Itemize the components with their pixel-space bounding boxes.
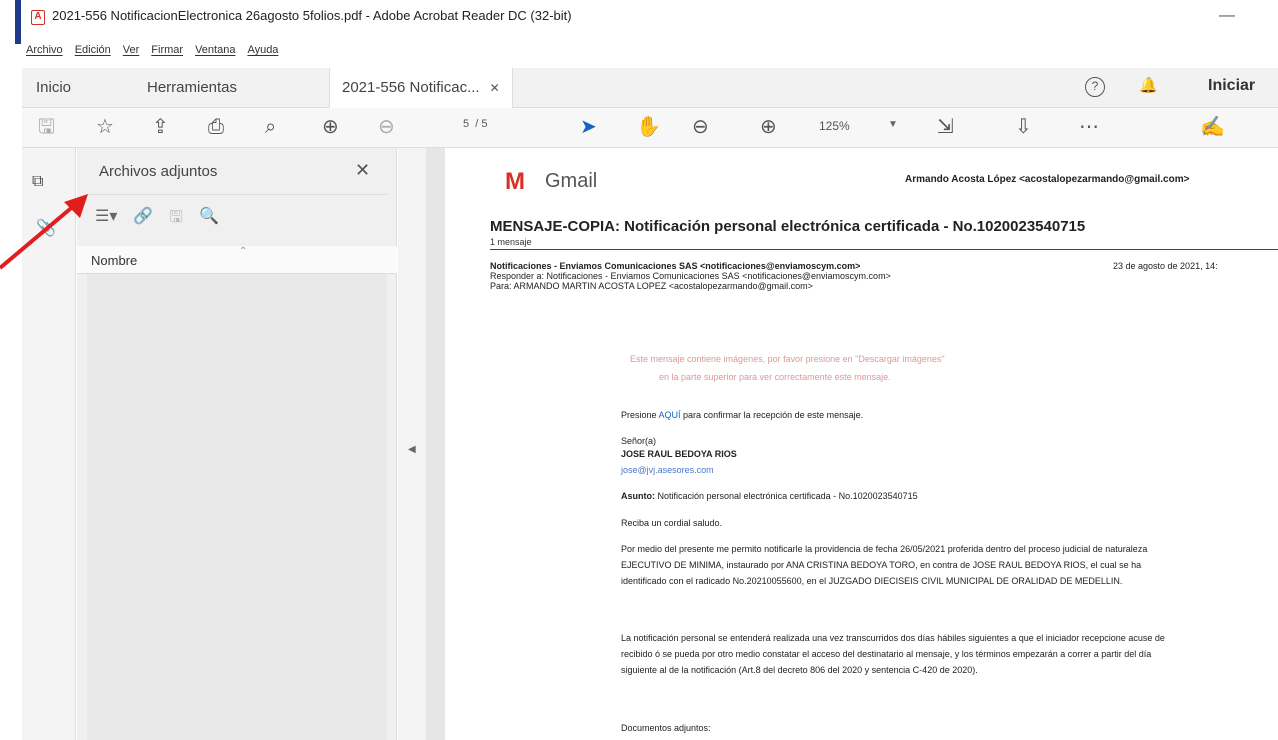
page-up-icon[interactable]: ⊕ bbox=[322, 116, 339, 138]
attachment-clip-icon[interactable]: 📎 bbox=[36, 218, 56, 238]
attachments-list-header: Nombre ⌃ bbox=[77, 246, 397, 274]
tab-document-label: 2021-556 Notificac... bbox=[342, 79, 480, 96]
recipient-email[interactable]: jose@jvj.asesores.com bbox=[621, 465, 714, 475]
menu-ayuda[interactable]: Ayuda bbox=[247, 44, 278, 62]
search-attachment-icon[interactable]: 🔍 bbox=[199, 206, 219, 233]
attachments-panel-title: Archivos adjuntos bbox=[99, 163, 218, 180]
page-indicator[interactable]: 5 / 5 bbox=[463, 118, 487, 130]
menu-edicion[interactable]: Edición bbox=[75, 44, 111, 62]
bookmark-star-icon[interactable]: ☆ bbox=[96, 116, 114, 138]
images-notice-2: en la parte superior para ver correctame… bbox=[659, 372, 891, 382]
to-line: Para: ARMANDO MARTIN ACOSTA LOPEZ <acost… bbox=[490, 281, 813, 291]
menu-firmar[interactable]: Firmar bbox=[151, 44, 183, 62]
left-accent-bar bbox=[15, 0, 21, 44]
pdf-page: M Gmail Armando Acosta López <acostalope… bbox=[445, 148, 1278, 740]
hand-tool-icon[interactable]: ✋ bbox=[636, 116, 661, 138]
sign-icon[interactable]: ✍ bbox=[1200, 116, 1225, 138]
add-attachment-icon[interactable]: 🔗 bbox=[133, 206, 153, 233]
main-toolbar: 🖫 ☆ ⇪ ⎙ ⌕ ⊕ ⊖ 5 / 5 ➤ ✋ ⊖ ⊕ 125% ▼ ⇲ ⇩ ⋯… bbox=[22, 108, 1278, 148]
email-subject: MENSAJE-COPIA: Notificación personal ele… bbox=[490, 218, 1086, 235]
collapse-panel-icon[interactable]: ◀ bbox=[408, 444, 416, 455]
greeting: Reciba un cordial saludo. bbox=[621, 518, 723, 528]
help-icon[interactable]: ? bbox=[1085, 77, 1105, 97]
asunto-text: Notificación personal electrónica certif… bbox=[655, 491, 918, 501]
panel-divider bbox=[87, 194, 387, 195]
menu-ver[interactable]: Ver bbox=[123, 44, 140, 62]
left-navigation-rail: ⧉ 📎 bbox=[22, 148, 76, 740]
confirm-after: para confirmar la recepción de este mens… bbox=[680, 410, 864, 420]
gmail-logo-icon: M bbox=[505, 168, 525, 195]
zoom-out-icon[interactable]: ⊖ bbox=[692, 116, 709, 138]
attachments-list bbox=[87, 274, 387, 740]
asunto-line: Asunto: Notificación personal electrónic… bbox=[621, 488, 1181, 504]
paragraph-2: La notificación personal se entenderá re… bbox=[621, 633, 1165, 675]
panel-close-icon[interactable]: ✕ bbox=[355, 160, 370, 181]
confirm-before: Presione bbox=[621, 410, 659, 420]
paragraph-1: Por medio del presente me permito notifi… bbox=[621, 544, 1148, 586]
zoom-in-icon[interactable]: ⊕ bbox=[760, 116, 777, 138]
minimize-button[interactable]: — bbox=[1219, 7, 1235, 25]
title-bar: A 2021-556 NotificacionElectronica 26ago… bbox=[0, 0, 1278, 44]
tab-document[interactable]: 2021-556 Notificac... ✕ bbox=[329, 68, 513, 108]
print-icon[interactable]: ⎙ bbox=[208, 116, 224, 138]
tab-home[interactable]: Inicio bbox=[36, 68, 71, 108]
menu-bar: Archivo Edición Ver Firmar Ventana Ayuda bbox=[26, 44, 278, 62]
menu-archivo[interactable]: Archivo bbox=[26, 44, 63, 62]
sort-caret-icon[interactable]: ⌃ bbox=[239, 246, 247, 257]
confirm-line: Presione AQUÍ para confirmar la recepció… bbox=[621, 407, 1181, 423]
pdf-app-icon: A bbox=[31, 10, 45, 25]
images-notice-1: Este mensaje contiene imágenes, por favo… bbox=[630, 354, 945, 364]
save-icon[interactable]: 🖫 bbox=[38, 116, 55, 138]
scroll-mode-icon[interactable]: ⇩ bbox=[1015, 116, 1032, 138]
upload-cloud-icon[interactable]: ⇪ bbox=[152, 116, 169, 138]
tab-tools[interactable]: Herramientas bbox=[147, 68, 237, 108]
confirm-link[interactable]: AQUÍ bbox=[659, 410, 681, 420]
tab-bar: Inicio Herramientas 2021-556 Notificac..… bbox=[22, 68, 1278, 108]
more-tools-icon[interactable]: ⋯ bbox=[1079, 116, 1099, 138]
zoom-dropdown-icon[interactable]: ▼ bbox=[888, 119, 898, 130]
attachments-panel: Archivos adjuntos ✕ ☰▾ 🔗 🖫 🔍 Nombre ⌃ bbox=[77, 148, 397, 740]
login-button[interactable]: Iniciar bbox=[1208, 77, 1255, 95]
gmail-label: Gmail bbox=[545, 170, 598, 192]
recipient-name: JOSE RAUL BEDOYA RIOS bbox=[621, 449, 737, 459]
search-zoom-icon[interactable]: ⌕ bbox=[265, 116, 276, 138]
zoom-level[interactable]: 125% bbox=[819, 119, 850, 133]
message-count: 1 mensaje bbox=[490, 237, 532, 247]
page-current[interactable]: 5 bbox=[463, 118, 469, 130]
save-attachment-icon[interactable]: 🖫 bbox=[169, 206, 183, 233]
recipient-email-line: jose@jvj.asesores.com bbox=[621, 462, 1181, 478]
fit-page-icon[interactable]: ⇲ bbox=[937, 116, 954, 138]
asunto-label: Asunto: bbox=[621, 491, 655, 501]
select-cursor-icon[interactable]: ➤ bbox=[580, 116, 597, 138]
sender-top: Armando Acosta López <acostalopezarmando… bbox=[905, 174, 1190, 185]
header-divider bbox=[490, 249, 1278, 250]
options-menu-icon[interactable]: ☰▾ bbox=[95, 206, 117, 233]
tab-close-icon[interactable]: ✕ bbox=[490, 81, 500, 95]
attachments-heading: Documentos adjuntos: bbox=[621, 723, 711, 733]
from-line: Notificaciones - Enviamos Comunicaciones… bbox=[490, 261, 861, 271]
page-total: / 5 bbox=[475, 118, 488, 130]
email-date: 23 de agosto de 2021, 14: bbox=[1113, 261, 1218, 271]
page-down-icon[interactable]: ⊖ bbox=[378, 116, 395, 138]
document-viewer[interactable]: M Gmail Armando Acosta López <acostalope… bbox=[426, 148, 1278, 740]
notification-bell-icon[interactable]: 🔔 bbox=[1139, 76, 1158, 94]
reply-to-line: Responder a: Notificaciones - Enviamos C… bbox=[490, 271, 891, 281]
pages-thumbnail-icon[interactable]: ⧉ bbox=[32, 173, 43, 191]
name-column-header[interactable]: Nombre bbox=[91, 253, 137, 268]
panel-splitter[interactable]: ◀ bbox=[398, 148, 426, 740]
attachments-toolbar: ☰▾ 🔗 🖫 🔍 bbox=[95, 206, 219, 233]
menu-ventana[interactable]: Ventana bbox=[195, 44, 235, 62]
window-title: 2021-556 NotificacionElectronica 26agost… bbox=[52, 8, 572, 23]
